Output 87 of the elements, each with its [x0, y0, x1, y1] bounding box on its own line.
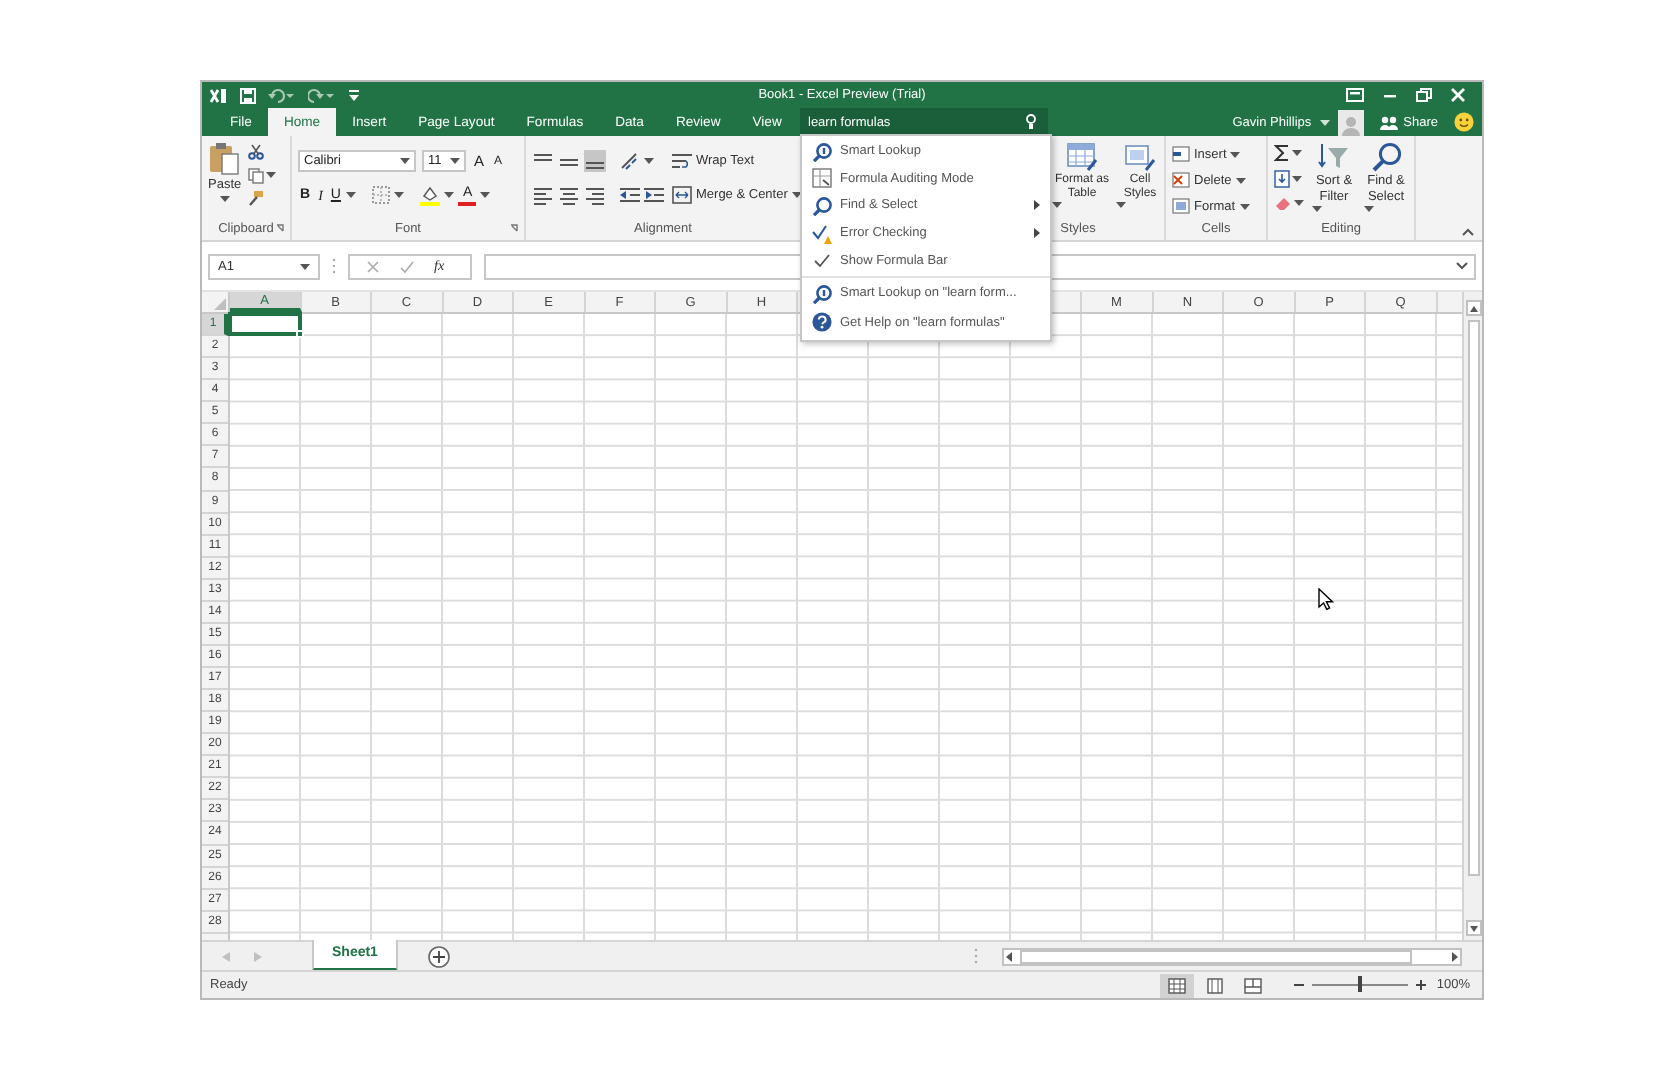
caret-icon: [450, 158, 460, 164]
sort-filter-icon: [1318, 142, 1350, 172]
caret-icon: [644, 158, 654, 164]
smart-lookup-icon: [812, 283, 832, 304]
insert-cells-icon: [1172, 146, 1190, 162]
fill-down-icon[interactable]: [1274, 170, 1290, 188]
launcher-icon[interactable]: [510, 224, 518, 232]
caret-icon: [219, 195, 230, 202]
magnifier-icon: [1371, 142, 1401, 172]
merge-icon: [672, 186, 692, 204]
caret-icon: [346, 192, 357, 198]
zoom-out-icon[interactable]: [1294, 980, 1305, 990]
scroll-left-icon[interactable]: [1004, 949, 1016, 963]
align-right-icon[interactable]: [584, 185, 606, 205]
orientation-icon[interactable]: [620, 152, 640, 170]
align-left-icon[interactable]: [532, 185, 554, 205]
fill-color-icon[interactable]: [420, 185, 441, 205]
wrap-text-icon: [672, 152, 692, 170]
table-icon: [1066, 142, 1098, 172]
smart-lookup-icon: [812, 141, 832, 162]
caret-icon: [394, 192, 405, 198]
submenu-arrow-icon: [1034, 200, 1040, 211]
restore-icon[interactable]: [1416, 88, 1432, 102]
magnifier-icon: [812, 195, 832, 216]
brush-icon[interactable]: [247, 190, 264, 206]
save-icon[interactable]: [240, 87, 256, 103]
scroll-up-icon[interactable]: [1469, 305, 1477, 311]
add-sheet-icon[interactable]: [427, 945, 450, 967]
scroll-right-icon[interactable]: [1448, 949, 1460, 963]
caret-icon: [400, 158, 410, 164]
lightbulb-icon: [1026, 114, 1036, 130]
expand-icon[interactable]: [1456, 262, 1468, 270]
vertical-scrollbar[interactable]: [1462, 292, 1482, 940]
format-cells-icon: [1172, 198, 1190, 214]
view-button[interactable]: [1160, 973, 1195, 997]
smiley-icon[interactable]: [1454, 112, 1474, 132]
scroll-down-icon[interactable]: [1469, 925, 1477, 931]
cut-icon[interactable]: [247, 144, 264, 160]
redo-icon[interactable]: [308, 87, 336, 103]
caret-icon: [791, 192, 802, 198]
horizontal-scrollbar[interactable]: [1002, 947, 1462, 965]
indent-icon[interactable]: [644, 186, 664, 204]
caret-icon: [265, 172, 276, 178]
caret-icon: [1116, 202, 1126, 209]
slider-thumb[interactable]: [1358, 976, 1363, 992]
clipboard-icon: [208, 142, 241, 176]
page-break-icon: [1244, 977, 1263, 993]
page-layout-icon: [1206, 977, 1225, 993]
caret-icon: [1052, 202, 1062, 209]
formula-audit-icon: [812, 168, 832, 189]
undo-icon[interactable]: [268, 87, 296, 103]
help-icon: [812, 312, 832, 333]
delete-cells-icon: [1172, 172, 1190, 188]
people-icon: [1379, 115, 1398, 129]
excel-logo-icon: [210, 87, 228, 103]
border-icon[interactable]: [372, 186, 391, 204]
eraser-icon[interactable]: [1274, 196, 1292, 210]
caret-icon: [1239, 203, 1250, 209]
corner-triangle-icon: [214, 298, 226, 310]
checkmark-icon: [814, 253, 830, 268]
caret-icon: [1319, 119, 1330, 125]
selected-cell[interactable]: [228, 312, 301, 337]
outdent-icon[interactable]: [620, 186, 640, 204]
zoom-in-icon[interactable]: [1416, 980, 1427, 990]
submenu-arrow-icon: [1034, 228, 1040, 239]
launcher-icon[interactable]: [276, 224, 284, 232]
caret-icon: [444, 192, 455, 198]
caret-icon: [1235, 177, 1246, 183]
caret-icon: [1292, 176, 1302, 182]
normal-view-icon: [1168, 977, 1187, 993]
caret-icon: [1364, 205, 1374, 212]
caret-icon: [1230, 151, 1241, 157]
cell-styles-icon: [1124, 142, 1156, 172]
caret-icon: [480, 192, 491, 198]
avatar-icon[interactable]: [1337, 109, 1364, 135]
mouse-pointer-icon: [1318, 588, 1334, 610]
caret-icon: [1292, 150, 1302, 156]
autosum-icon[interactable]: [1274, 144, 1290, 162]
error-check-icon: [812, 223, 832, 244]
customize-icon[interactable]: [348, 88, 360, 102]
align-center-icon[interactable]: [558, 185, 580, 205]
collapse-ribbon-icon[interactable]: [1462, 228, 1474, 236]
caret-icon: [300, 263, 310, 269]
copy-icon[interactable]: [247, 167, 264, 183]
ribbon-display-icon[interactable]: [1346, 88, 1364, 102]
close-icon[interactable]: [1450, 88, 1466, 102]
cell-grid[interactable]: [230, 314, 1462, 940]
